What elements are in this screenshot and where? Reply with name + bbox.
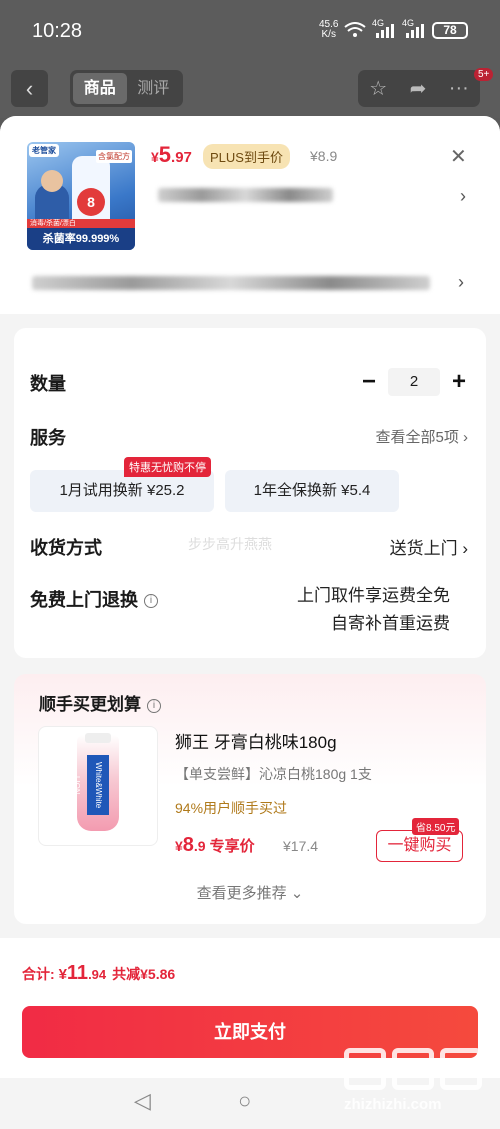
- bundle-price-currency: ¥: [175, 838, 183, 854]
- chevron-right-icon: ›: [463, 429, 468, 446]
- plus-price-badge: PLUS到手价: [203, 144, 290, 169]
- network-speed: 45.6 K/s: [319, 20, 338, 40]
- chevron-right-icon[interactable]: ›: [460, 186, 466, 207]
- image-substrip: 消毒/杀菌/漂白: [27, 219, 135, 228]
- quantity-label: 数量: [30, 374, 66, 394]
- more-recommendations[interactable]: 查看更多推荐 ⌄: [14, 882, 486, 903]
- total-currency: ¥: [58, 966, 67, 983]
- service-promo-tag: 特惠无忧购不停: [124, 457, 211, 477]
- watermark: zhizhizhi.com: [344, 1048, 494, 1124]
- back-button[interactable]: ‹: [11, 70, 48, 107]
- plus-button[interactable]: +: [448, 368, 470, 396]
- close-icon[interactable]: ✕: [450, 144, 467, 169]
- product-summary-card: 8 老管家 含氯配方 消毒/杀菌/漂白 杀菌率99.999% ¥5.97 PLU…: [0, 116, 500, 314]
- page-header: ‹ 商品 测评 ☆ ➦ ··· 5+: [0, 62, 500, 118]
- delivery-method[interactable]: 送货上门 ›: [390, 534, 468, 559]
- service-label: 服务: [30, 428, 66, 448]
- total-label: 合计:: [22, 966, 59, 982]
- more-icon[interactable]: ···: [449, 77, 469, 100]
- delivery-ghost-text: 步步高升燕燕: [188, 536, 272, 552]
- network-speed-unit: K/s: [321, 29, 336, 40]
- nav-home-icon[interactable]: ○: [238, 1088, 251, 1114]
- page-tabs: 商品 测评: [70, 70, 183, 107]
- quantity-input[interactable]: 2: [388, 368, 440, 396]
- total-int: 11: [66, 962, 89, 984]
- return-line-2: 自寄补首重运费: [331, 614, 450, 633]
- chevron-left-icon: ‹: [25, 76, 34, 101]
- battery-icon: 78: [432, 22, 468, 39]
- product-price: ¥5.97: [151, 142, 192, 168]
- quantity-stepper: − 2 +: [358, 368, 470, 396]
- tab-product[interactable]: 商品: [73, 73, 127, 104]
- tab-review[interactable]: 测评: [127, 73, 181, 104]
- tube-brand-text: White&White LION: [72, 755, 109, 815]
- price-int: 5: [158, 142, 172, 167]
- chevron-down-icon: ⌄: [290, 885, 304, 902]
- bundle-price: ¥8.9 专享价: [175, 834, 255, 857]
- bundle-item-name[interactable]: 狮王 牙膏白桃味180g: [175, 728, 337, 753]
- toothpaste-figure: White&White LION: [72, 733, 119, 831]
- return-line-1: 上门取件享运费全免: [297, 586, 450, 605]
- service-view-all-label: 查看全部5项: [375, 429, 459, 446]
- bundle-price-int: 8: [182, 834, 194, 856]
- image-strip: 杀菌率99.999%: [27, 228, 135, 250]
- return-label: 免费上门退换 i: [30, 586, 158, 612]
- share-icon[interactable]: ➦: [410, 76, 427, 101]
- delivery-label: 收货方式: [30, 538, 102, 558]
- save-tag: 省8.50元: [412, 818, 460, 835]
- bundle-buy-ratio: 94%用户顺手买过: [175, 800, 288, 816]
- price-currency: ¥: [151, 149, 159, 165]
- bundle-price-dec: .9: [193, 838, 206, 854]
- blurred-spec-text: [158, 188, 333, 202]
- image-count-badge: 8: [77, 188, 105, 216]
- bundle-card: 顺手买更划算 i White&White LION 狮王 牙膏白桃味180g 【单…: [14, 674, 486, 924]
- options-card: 数量 − 2 + 服务 查看全部5项 › 1月试用换新 ¥25.2 特惠无忧购不…: [14, 328, 486, 658]
- nav-back-icon[interactable]: ◁: [134, 1088, 151, 1114]
- bundle-title-text: 顺手买更划算: [39, 695, 141, 714]
- bundle-title: 顺手买更划算 i: [39, 690, 161, 715]
- bundle-original-price: ¥17.4: [283, 838, 319, 854]
- return-label-text: 免费上门退换: [30, 590, 138, 610]
- return-policy: 上门取件享运费全免 自寄补首重运费: [297, 582, 450, 638]
- total-dec: .94: [88, 967, 107, 982]
- header-actions: ☆ ➦ ···: [358, 70, 480, 107]
- bundle-price-label: 专享价: [209, 838, 255, 855]
- service-view-all[interactable]: 查看全部5项 ›: [375, 426, 468, 447]
- status-bar: 10:28 45.6 K/s 4G 4G 78: [0, 0, 500, 62]
- spokesperson-head: [41, 170, 63, 192]
- cart-badge: 5+: [474, 68, 494, 81]
- total-discount: 共减¥5.86: [112, 966, 176, 982]
- chevron-right-icon: ›: [462, 539, 468, 558]
- original-price: ¥8.9: [310, 148, 338, 164]
- info-icon[interactable]: i: [147, 698, 161, 713]
- minus-button[interactable]: −: [358, 368, 380, 396]
- delivery-value: 送货上门: [389, 539, 458, 558]
- info-icon[interactable]: i: [144, 594, 158, 609]
- image-label: 含氯配方: [96, 150, 132, 163]
- more-recommendations-label: 查看更多推荐: [196, 885, 287, 902]
- brand-logo: 老管家: [29, 144, 59, 157]
- wifi-icon: [344, 22, 366, 41]
- price-dec: .97: [171, 149, 192, 166]
- bundle-item-subtitle: 【单支尝鲜】沁凉白桃180g 1支: [175, 766, 372, 782]
- total-price: 合计: ¥11.94 共减¥5.86: [22, 962, 175, 985]
- watermark-logo: [344, 1048, 494, 1090]
- signal-bars-2-icon: [406, 22, 424, 38]
- tube-cap: [85, 733, 111, 743]
- service-option-2[interactable]: 1年全保换新 ¥5.4: [225, 470, 399, 512]
- address-chevron-icon[interactable]: ›: [458, 272, 464, 293]
- status-time: 10:28: [32, 20, 83, 42]
- blurred-address-text: [32, 276, 430, 290]
- bundle-item-image[interactable]: White&White LION: [38, 726, 158, 846]
- watermark-url: zhizhizhi.com: [344, 1096, 442, 1113]
- signal-bars-1-icon: [376, 22, 394, 38]
- star-icon[interactable]: ☆: [369, 76, 387, 101]
- purchase-sheet: 8 老管家 含氯配方 消毒/杀菌/漂白 杀菌率99.999% ¥5.97 PLU…: [0, 116, 500, 1129]
- product-image: 8 老管家 含氯配方 消毒/杀菌/漂白 杀菌率99.999%: [27, 142, 135, 250]
